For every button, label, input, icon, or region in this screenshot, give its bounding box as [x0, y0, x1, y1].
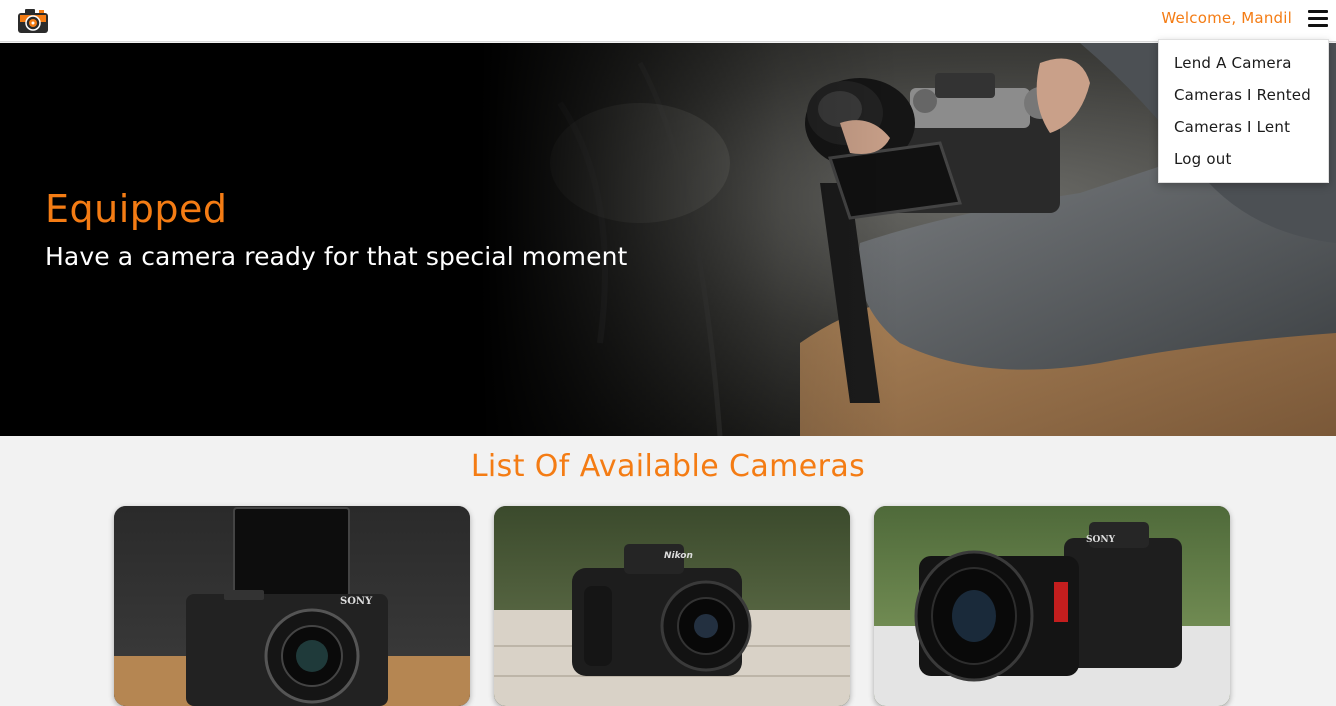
- menu-item-log-out[interactable]: Log out: [1174, 150, 1232, 168]
- hamburger-menu-icon[interactable]: [1306, 8, 1330, 30]
- hero-subtitle: Have a camera ready for that special mom…: [45, 242, 628, 271]
- card-brand-label: SONY: [340, 596, 373, 607]
- hero-gradient-overlay: [0, 43, 1336, 436]
- card-brand-label: Nikon: [664, 551, 693, 561]
- top-navbar: Welcome, Mandil: [0, 0, 1336, 42]
- hero-title: Equipped: [45, 187, 228, 231]
- sony-alpha-camera-photo: SONY: [874, 506, 1230, 706]
- menu-item-cameras-rented[interactable]: Cameras I Rented: [1174, 86, 1311, 104]
- menu-item-cameras-lent[interactable]: Cameras I Lent: [1174, 118, 1290, 136]
- user-dropdown-menu: Lend A Camera Cameras I Rented Cameras I…: [1158, 39, 1329, 183]
- camera-card[interactable]: Nikon: [494, 506, 850, 706]
- nikon-mirrorless-camera-photo: Nikon: [494, 506, 850, 706]
- welcome-message: Welcome, Mandil: [1161, 9, 1292, 27]
- menu-item-lend-camera[interactable]: Lend A Camera: [1174, 54, 1292, 72]
- sony-compact-camera-photo: SONY: [114, 506, 470, 706]
- available-cameras-heading: List Of Available Cameras: [470, 449, 866, 484]
- camera-card[interactable]: SONY: [874, 506, 1230, 706]
- camera-logo-icon[interactable]: [13, 5, 53, 35]
- hero-banner: Equipped Have a camera ready for that sp…: [0, 43, 1336, 436]
- card-brand-label: SONY: [1086, 535, 1116, 545]
- camera-card[interactable]: SONY: [114, 506, 470, 706]
